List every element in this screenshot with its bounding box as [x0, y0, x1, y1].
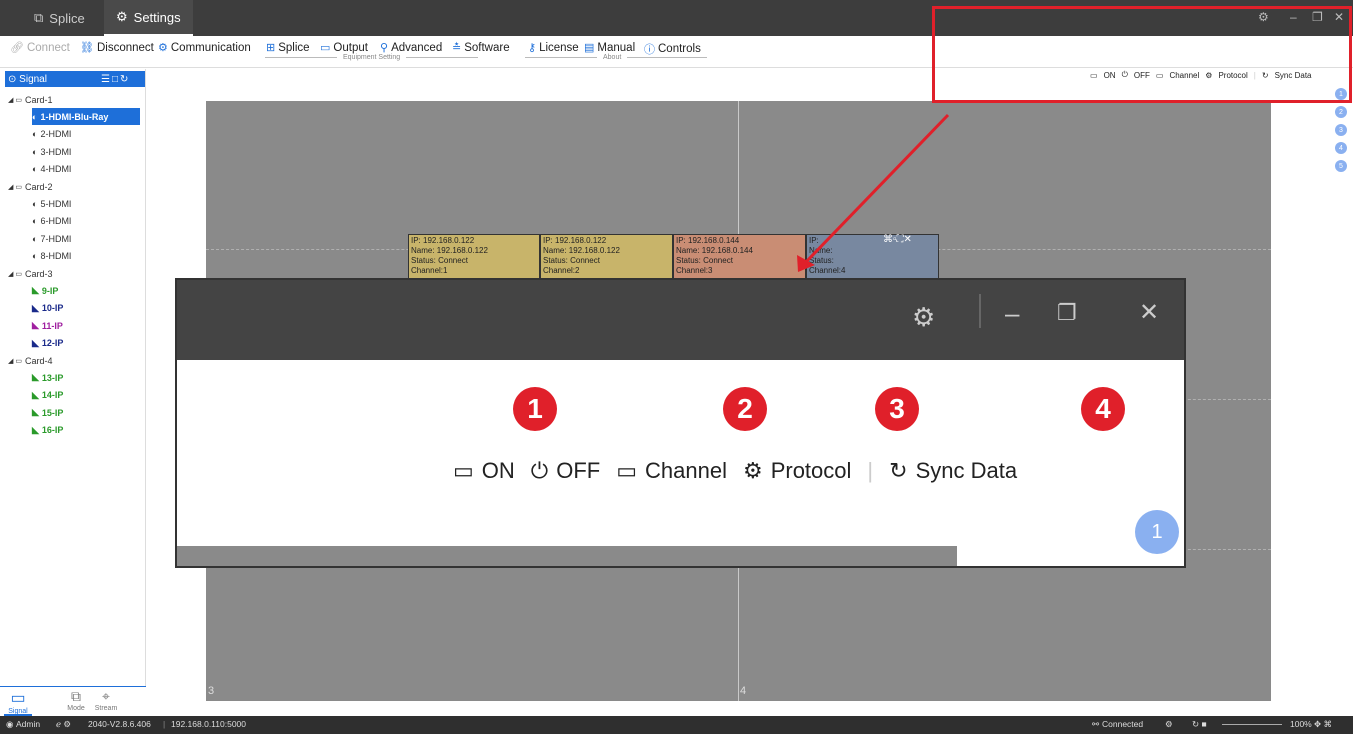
- callout-number: 2: [723, 387, 767, 431]
- callout-number: 1: [513, 387, 557, 431]
- zoom-level: 100%: [1290, 719, 1312, 729]
- zoom-off-label: OFF: [556, 458, 601, 483]
- sync-icon: ↻: [889, 458, 908, 483]
- status-bar: ◉ Admin ℯ ⚙ 2040-V2.8.6.406 | 192.168.0.…: [0, 716, 1353, 734]
- divider: |: [163, 719, 166, 729]
- callout-number: 4: [1081, 387, 1125, 431]
- zoomed-title-bar: ⚙ – ❐ ✕: [177, 280, 1184, 360]
- gear-icon: ⚙: [912, 302, 936, 332]
- zoom-slider[interactable]: [1222, 724, 1282, 725]
- zoomed-callout: ⚙ – ❐ ✕ 1 2 3 4 ▭ ON ⏻ OFF ▭ Channel ⚙ Proto…: [175, 278, 1186, 568]
- fit-icon[interactable]: ✥ ⌘: [1314, 719, 1332, 730]
- close-icon: ✕: [1139, 299, 1160, 326]
- zoom-channel-label: Channel: [645, 458, 727, 483]
- divider: |: [867, 458, 874, 483]
- divider: [979, 294, 981, 328]
- server-address: 192.168.0.110:5000: [171, 719, 246, 729]
- zoomed-wall-edge: [177, 546, 957, 566]
- ie-icon[interactable]: ℯ ⚙: [56, 719, 71, 730]
- monitor-icon: ▭: [453, 458, 474, 483]
- power-icon: ⏻: [530, 458, 549, 483]
- refresh-icon[interactable]: ↻ ■: [1192, 719, 1207, 730]
- zoomed-control-row: ▭ ON ⏻ OFF ▭ Channel ⚙ Protocol | ↻ Sync Data: [453, 458, 1017, 484]
- version-label: 2040-V2.8.6.406: [88, 719, 151, 729]
- gear-icon: ⚙: [742, 458, 763, 483]
- user-icon: ◉: [6, 719, 14, 729]
- minimize-icon: –: [1005, 298, 1020, 328]
- restore-icon: ❐: [1057, 300, 1077, 325]
- gear-icon[interactable]: ⚙: [1165, 719, 1173, 730]
- zoom-sync-label: Sync Data: [915, 458, 1018, 483]
- callout-number: 3: [875, 387, 919, 431]
- channel-icon: ▭: [616, 458, 637, 483]
- connection-status: Connected: [1102, 719, 1144, 729]
- zoom-on-label: ON: [481, 458, 515, 483]
- zoom-protocol-label: Protocol: [770, 458, 852, 483]
- zoom-page-dot: 1: [1135, 510, 1179, 554]
- link-icon: ⚯: [1092, 719, 1100, 729]
- user-name: Admin: [16, 719, 41, 729]
